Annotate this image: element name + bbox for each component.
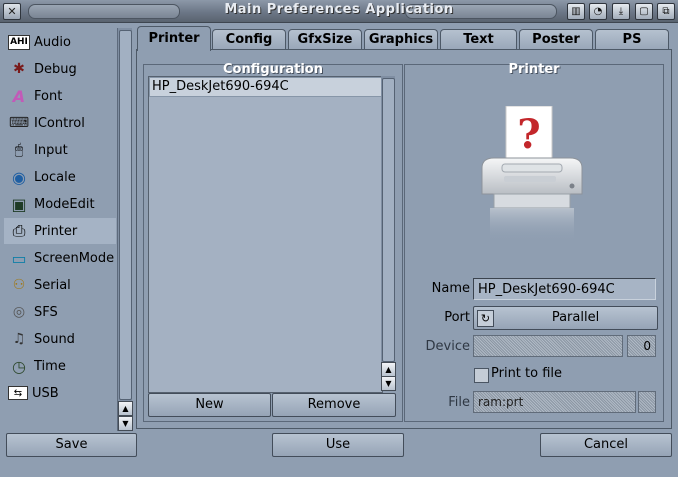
sidebar-item-audio[interactable]: AHI Audio xyxy=(4,29,116,55)
file-popup-icon xyxy=(638,391,656,413)
snapshot-icon[interactable]: ◔ xyxy=(589,3,607,20)
mouse-icon: 🖱 xyxy=(14,142,24,158)
sidebar-item-label: IControl xyxy=(34,115,85,131)
sidebar-item-sfs[interactable]: ◎ SFS xyxy=(4,299,116,325)
sidebar-item-label: Time xyxy=(34,358,66,374)
tab-gfxsize[interactable]: GfxSize xyxy=(288,29,362,50)
device-number-value: 0 xyxy=(643,339,651,353)
printer-illustration-icon: ? xyxy=(481,106,583,242)
ahi-audio-icon: AHI xyxy=(8,34,30,50)
sidebar-item-label: Serial xyxy=(34,277,71,293)
port-value: Parallel xyxy=(551,310,600,325)
sidebar-item-usb[interactable]: ⇆ USB xyxy=(4,380,116,406)
sidebar-item-label: Sound xyxy=(34,331,75,347)
sidebar-item-label: Locale xyxy=(34,169,76,185)
remove-button[interactable]: Remove xyxy=(272,393,396,417)
device-field xyxy=(473,335,623,357)
device-number-field: 0 xyxy=(627,335,656,357)
sidebar-item-label: SFS xyxy=(34,304,58,320)
sidebar-item-label: Debug xyxy=(34,61,77,77)
jump-screen-icon[interactable]: ⤓ xyxy=(612,3,630,20)
new-button[interactable]: New xyxy=(148,393,271,417)
scroll-up-arrow-icon[interactable]: ▲ xyxy=(118,401,133,416)
tab-ps[interactable]: PS xyxy=(595,29,669,50)
tab-printer[interactable]: Printer xyxy=(137,26,211,51)
keyboard-icon: ⌨ xyxy=(8,115,30,131)
sidebar-item-input[interactable]: 🖱 Input xyxy=(4,137,116,163)
use-button[interactable]: Use xyxy=(272,433,404,457)
file-value: ram:prt xyxy=(478,395,524,409)
printer-icon: ⎙ xyxy=(12,221,26,240)
cancel-button[interactable]: Cancel xyxy=(540,433,672,457)
bug-icon: ✱ xyxy=(13,61,25,77)
print-to-file-checkbox[interactable] xyxy=(474,368,489,383)
sidebar-item-font[interactable]: A Font xyxy=(4,83,116,109)
clock-icon: ◷ xyxy=(12,356,26,376)
scrollbar-knob[interactable] xyxy=(119,30,132,400)
sidebar-item-debug[interactable]: ✱ Debug xyxy=(4,56,116,82)
scroll-down-arrow-icon[interactable]: ▼ xyxy=(381,376,396,391)
serial-port-icon: ⚇ xyxy=(12,277,26,293)
zoom-icon[interactable]: ▢ xyxy=(635,3,653,20)
scroll-up-arrow-icon[interactable]: ▲ xyxy=(381,362,396,377)
sidebar-item-icontrol[interactable]: ⌨ IControl xyxy=(4,110,116,136)
svg-text:?: ? xyxy=(517,111,540,158)
sidebar-item-modeedit[interactable]: ▣ ModeEdit xyxy=(4,191,116,217)
configuration-title: Configuration xyxy=(223,62,323,77)
tab-text[interactable]: Text xyxy=(440,29,517,50)
cycle-icon: ↻ xyxy=(477,310,494,327)
font-icon: A xyxy=(12,86,26,106)
depth-icon[interactable]: ⧉ xyxy=(657,3,675,20)
sidebar-item-sound[interactable]: ♫ Sound xyxy=(4,326,116,352)
screen-icon: ▭ xyxy=(11,248,27,268)
file-label: File xyxy=(448,395,470,410)
tab-poster[interactable]: Poster xyxy=(519,29,593,50)
speaker-icon: ♫ xyxy=(12,331,26,347)
sidebar-item-label: Input xyxy=(34,142,68,158)
sidebar-item-label: ModeEdit xyxy=(34,196,95,212)
printer-title: Printer xyxy=(508,62,560,77)
configuration-list[interactable]: HP_DeskJet690-694C xyxy=(148,76,383,393)
configuration-scrollbar[interactable]: ▲ ▼ xyxy=(381,76,396,391)
sidebar-item-label: ScreenMode xyxy=(34,250,115,266)
device-label: Device xyxy=(425,339,470,354)
sidebar-item-printer[interactable]: ⎙ Printer xyxy=(4,218,116,244)
monitor-icon: ▣ xyxy=(11,194,27,214)
sidebar-item-time[interactable]: ◷ Time xyxy=(4,353,116,379)
sidebar-scrollbar[interactable]: ▲ ▼ xyxy=(117,28,133,431)
tab-graphics[interactable]: Graphics xyxy=(364,29,438,50)
port-cycle-button[interactable]: ↻ Parallel xyxy=(473,306,658,330)
sidebar-item-label: Font xyxy=(34,88,63,104)
title-bar[interactable]: ✕ Main Preferences Application ▥ ◔ ⤓ ▢ ⧉ xyxy=(0,0,678,23)
print-to-file-label: Print to file xyxy=(491,366,563,381)
preferences-list: AHI Audio ✱ Debug A Font ⌨ IControl 🖱 In… xyxy=(4,28,116,431)
sidebar-item-label: USB xyxy=(32,385,59,401)
preferences-window: ✕ Main Preferences Application ▥ ◔ ⤓ ▢ ⧉… xyxy=(0,0,678,477)
disk-icon: ◎ xyxy=(12,304,26,320)
name-field[interactable]: HP_DeskJet690-694C xyxy=(473,278,656,300)
scroll-down-arrow-icon[interactable]: ▼ xyxy=(118,416,133,431)
name-label: Name xyxy=(431,281,470,296)
iconify-icon[interactable]: ▥ xyxy=(567,3,585,20)
sidebar-item-serial[interactable]: ⚇ Serial xyxy=(4,272,116,298)
save-button[interactable]: Save xyxy=(6,433,137,457)
port-label: Port xyxy=(444,310,470,325)
sidebar-item-screenmode[interactable]: ▭ ScreenMode xyxy=(4,245,116,271)
list-item[interactable]: HP_DeskJet690-694C xyxy=(149,77,382,97)
scrollbar-knob[interactable] xyxy=(382,78,395,362)
sidebar-item-label: Printer xyxy=(34,223,78,239)
sidebar-item-label: Audio xyxy=(34,34,71,50)
usb-icon: ⇆ xyxy=(8,386,28,400)
globe-icon: ◉ xyxy=(12,167,26,187)
tab-config[interactable]: Config xyxy=(212,29,286,50)
file-field: ram:prt xyxy=(473,391,636,413)
sidebar-item-locale[interactable]: ◉ Locale xyxy=(4,164,116,190)
